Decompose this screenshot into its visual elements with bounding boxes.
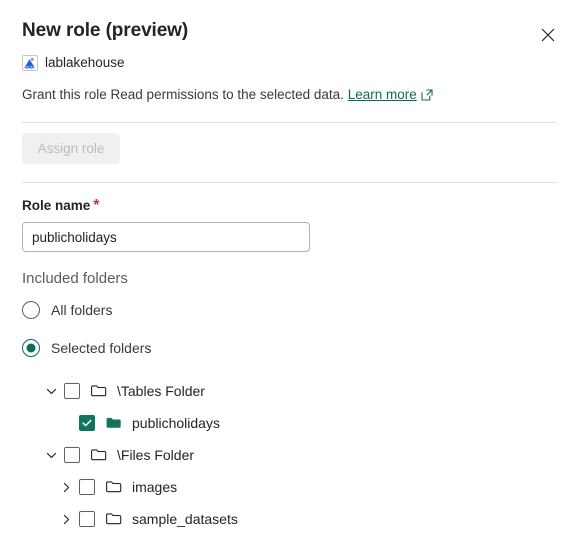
folder-checkbox[interactable] [64,447,80,463]
chevron-right-icon [63,514,70,524]
folder-outline-icon [91,449,107,461]
chevron-down-icon [46,452,57,458]
role-name-label-text: Role name [22,198,91,213]
folder-checkbox[interactable] [79,415,95,431]
checkmark-icon [82,419,92,427]
tree-row-label: images [132,479,178,495]
folder-outline-icon [106,481,122,493]
chevron-right-icon [63,482,70,492]
assign-role-button[interactable]: Assign role [22,133,120,164]
external-link-icon [421,89,433,101]
learn-more-link[interactable]: Learn more [348,87,433,102]
page-title: New role (preview) [22,20,189,41]
folder-outline-icon [91,385,107,397]
description-text: Grant this role Read permissions to the … [22,87,344,102]
tree-row-label: \Files Folder [117,447,195,463]
radio-selected-folders-label: Selected folders [51,340,152,356]
role-name-label: Role name * [22,197,557,215]
tree-row[interactable]: sample_datasets [22,503,557,535]
command-bar: Assign role [0,123,579,164]
subject-name: lablakehouse [45,55,125,70]
lakehouse-icon [22,55,38,71]
folder-checkbox[interactable] [79,511,95,527]
folder-filled-icon [106,417,121,428]
close-icon [541,28,555,42]
form-area: Role name* Included folders All folders … [0,183,579,535]
learn-more-label: Learn more [347,87,417,102]
included-folders-title: Included folders [22,270,128,287]
radio-icon [22,339,40,357]
folder-checkbox[interactable] [79,479,95,495]
radio-selected-folders[interactable]: Selected folders [22,337,557,359]
folder-checkbox[interactable] [64,383,80,399]
radio-icon [22,301,40,319]
chevron-down-icon-button[interactable] [43,447,60,464]
folder-tree: \Tables Folder publicholidays \Files Folde… [22,375,557,535]
radio-all-folders-label: All folders [51,302,113,318]
tree-row[interactable]: images [22,471,557,503]
tree-row[interactable]: \Tables Folder [22,375,557,407]
role-name-input[interactable] [22,222,310,252]
tree-row[interactable]: publicholidays [22,407,557,439]
tree-row-label: publicholidays [132,415,220,431]
tree-row[interactable]: \Files Folder [22,439,557,471]
chevron-down-icon [46,388,57,394]
assign-role-label: Assign role [37,141,105,156]
description-row: Grant this role Read permissions to the … [22,85,557,104]
close-button[interactable] [533,20,563,50]
tree-row-label: \Tables Folder [117,383,205,399]
chevron-right-icon-button[interactable] [58,511,75,528]
chevron-down-icon-button[interactable] [43,383,60,400]
subject-row: lablakehouse [22,54,557,72]
tree-row-label: sample_datasets [132,511,238,527]
included-folders-radio-group: All folders Selected folders [22,299,557,359]
required-asterisk: * [93,197,100,214]
panel-header: New role (preview) lablakehouse Grant th… [0,0,579,104]
radio-all-folders[interactable]: All folders [22,299,557,321]
chevron-right-icon-button[interactable] [58,479,75,496]
folder-outline-icon [106,513,122,525]
